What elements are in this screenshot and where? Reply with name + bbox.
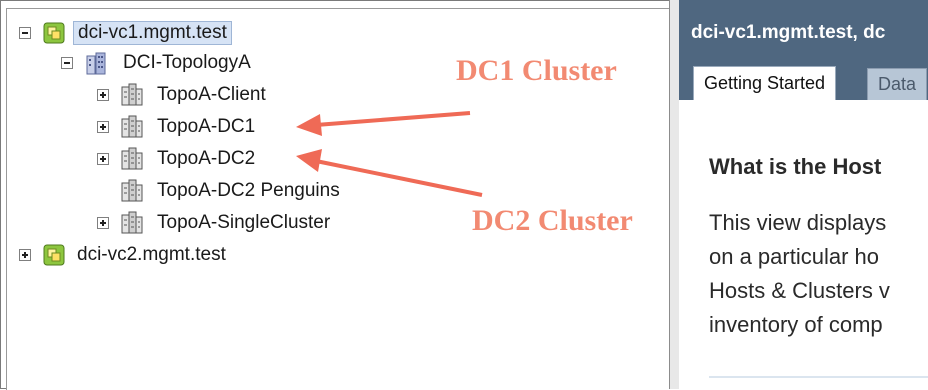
section-heading: What is the Host	[709, 154, 882, 179]
cluster-icon	[121, 83, 143, 106]
cluster-icon	[121, 211, 143, 234]
vcenter-icon	[43, 22, 65, 44]
tree-item-label: TopoA-SingleCluster	[157, 212, 331, 233]
tree-item-cluster[interactable]: TopoA-DC2 Penguins	[121, 177, 344, 205]
expand-icon[interactable]	[19, 249, 31, 261]
tree-item-vc2[interactable]: dci-vc2.mgmt.test	[19, 241, 230, 269]
body-line: Hosts & Clusters v	[709, 278, 890, 303]
tab-datastores[interactable]: Data	[867, 68, 928, 100]
tree-item-label: DCI-TopologyA	[123, 52, 251, 73]
expand-icon[interactable]	[97, 121, 109, 133]
datacenter-icon	[86, 52, 106, 75]
collapse-icon[interactable]	[61, 57, 73, 69]
cluster-icon	[121, 179, 143, 202]
tree-item-label: dci-vc1.mgmt.test	[73, 21, 232, 45]
section-body: This view displays on a particular ho Ho…	[709, 206, 928, 342]
tab-getting-started[interactable]: Getting Started	[693, 66, 837, 100]
detail-title: dci-vc1.mgmt.test, dc	[691, 22, 886, 43]
body-line: This view displays	[709, 210, 887, 235]
section-divider	[709, 376, 928, 378]
body-line: inventory of comp	[709, 312, 883, 337]
body-line: on a particular ho	[709, 244, 879, 269]
tree-item-datacenter[interactable]: DCI-TopologyA	[61, 49, 255, 77]
cluster-icon	[121, 147, 143, 170]
tab-label: Data	[878, 74, 917, 94]
tree-item-label: TopoA-DC2	[157, 148, 256, 169]
expand-icon[interactable]	[97, 89, 109, 101]
tree-item-label: dci-vc2.mgmt.test	[77, 244, 226, 265]
collapse-icon[interactable]	[19, 27, 31, 39]
annotation-dc2: DC2 Cluster	[472, 204, 633, 237]
tree-item-label: TopoA-DC2 Penguins	[157, 180, 340, 201]
tree-item-label: TopoA-DC1	[157, 116, 256, 137]
tree-item-cluster[interactable]: TopoA-Client	[97, 81, 270, 109]
tree-item-vc1[interactable]: dci-vc1.mgmt.test	[19, 19, 232, 47]
tree-item-cluster[interactable]: TopoA-DC1	[97, 113, 259, 141]
vcenter-icon	[43, 244, 65, 266]
tree-item-cluster[interactable]: TopoA-SingleCluster	[97, 209, 334, 237]
annotation-dc1: DC1 Cluster	[456, 54, 617, 87]
tree-item-label: TopoA-Client	[157, 84, 266, 105]
cluster-icon	[121, 115, 143, 138]
expand-icon[interactable]	[97, 153, 109, 165]
tab-label: Getting Started	[704, 73, 826, 93]
expand-icon[interactable]	[97, 217, 109, 229]
detail-pane: dci-vc1.mgmt.test, dc Getting Started Da…	[679, 0, 928, 389]
tree-item-cluster[interactable]: TopoA-DC2	[97, 145, 259, 173]
